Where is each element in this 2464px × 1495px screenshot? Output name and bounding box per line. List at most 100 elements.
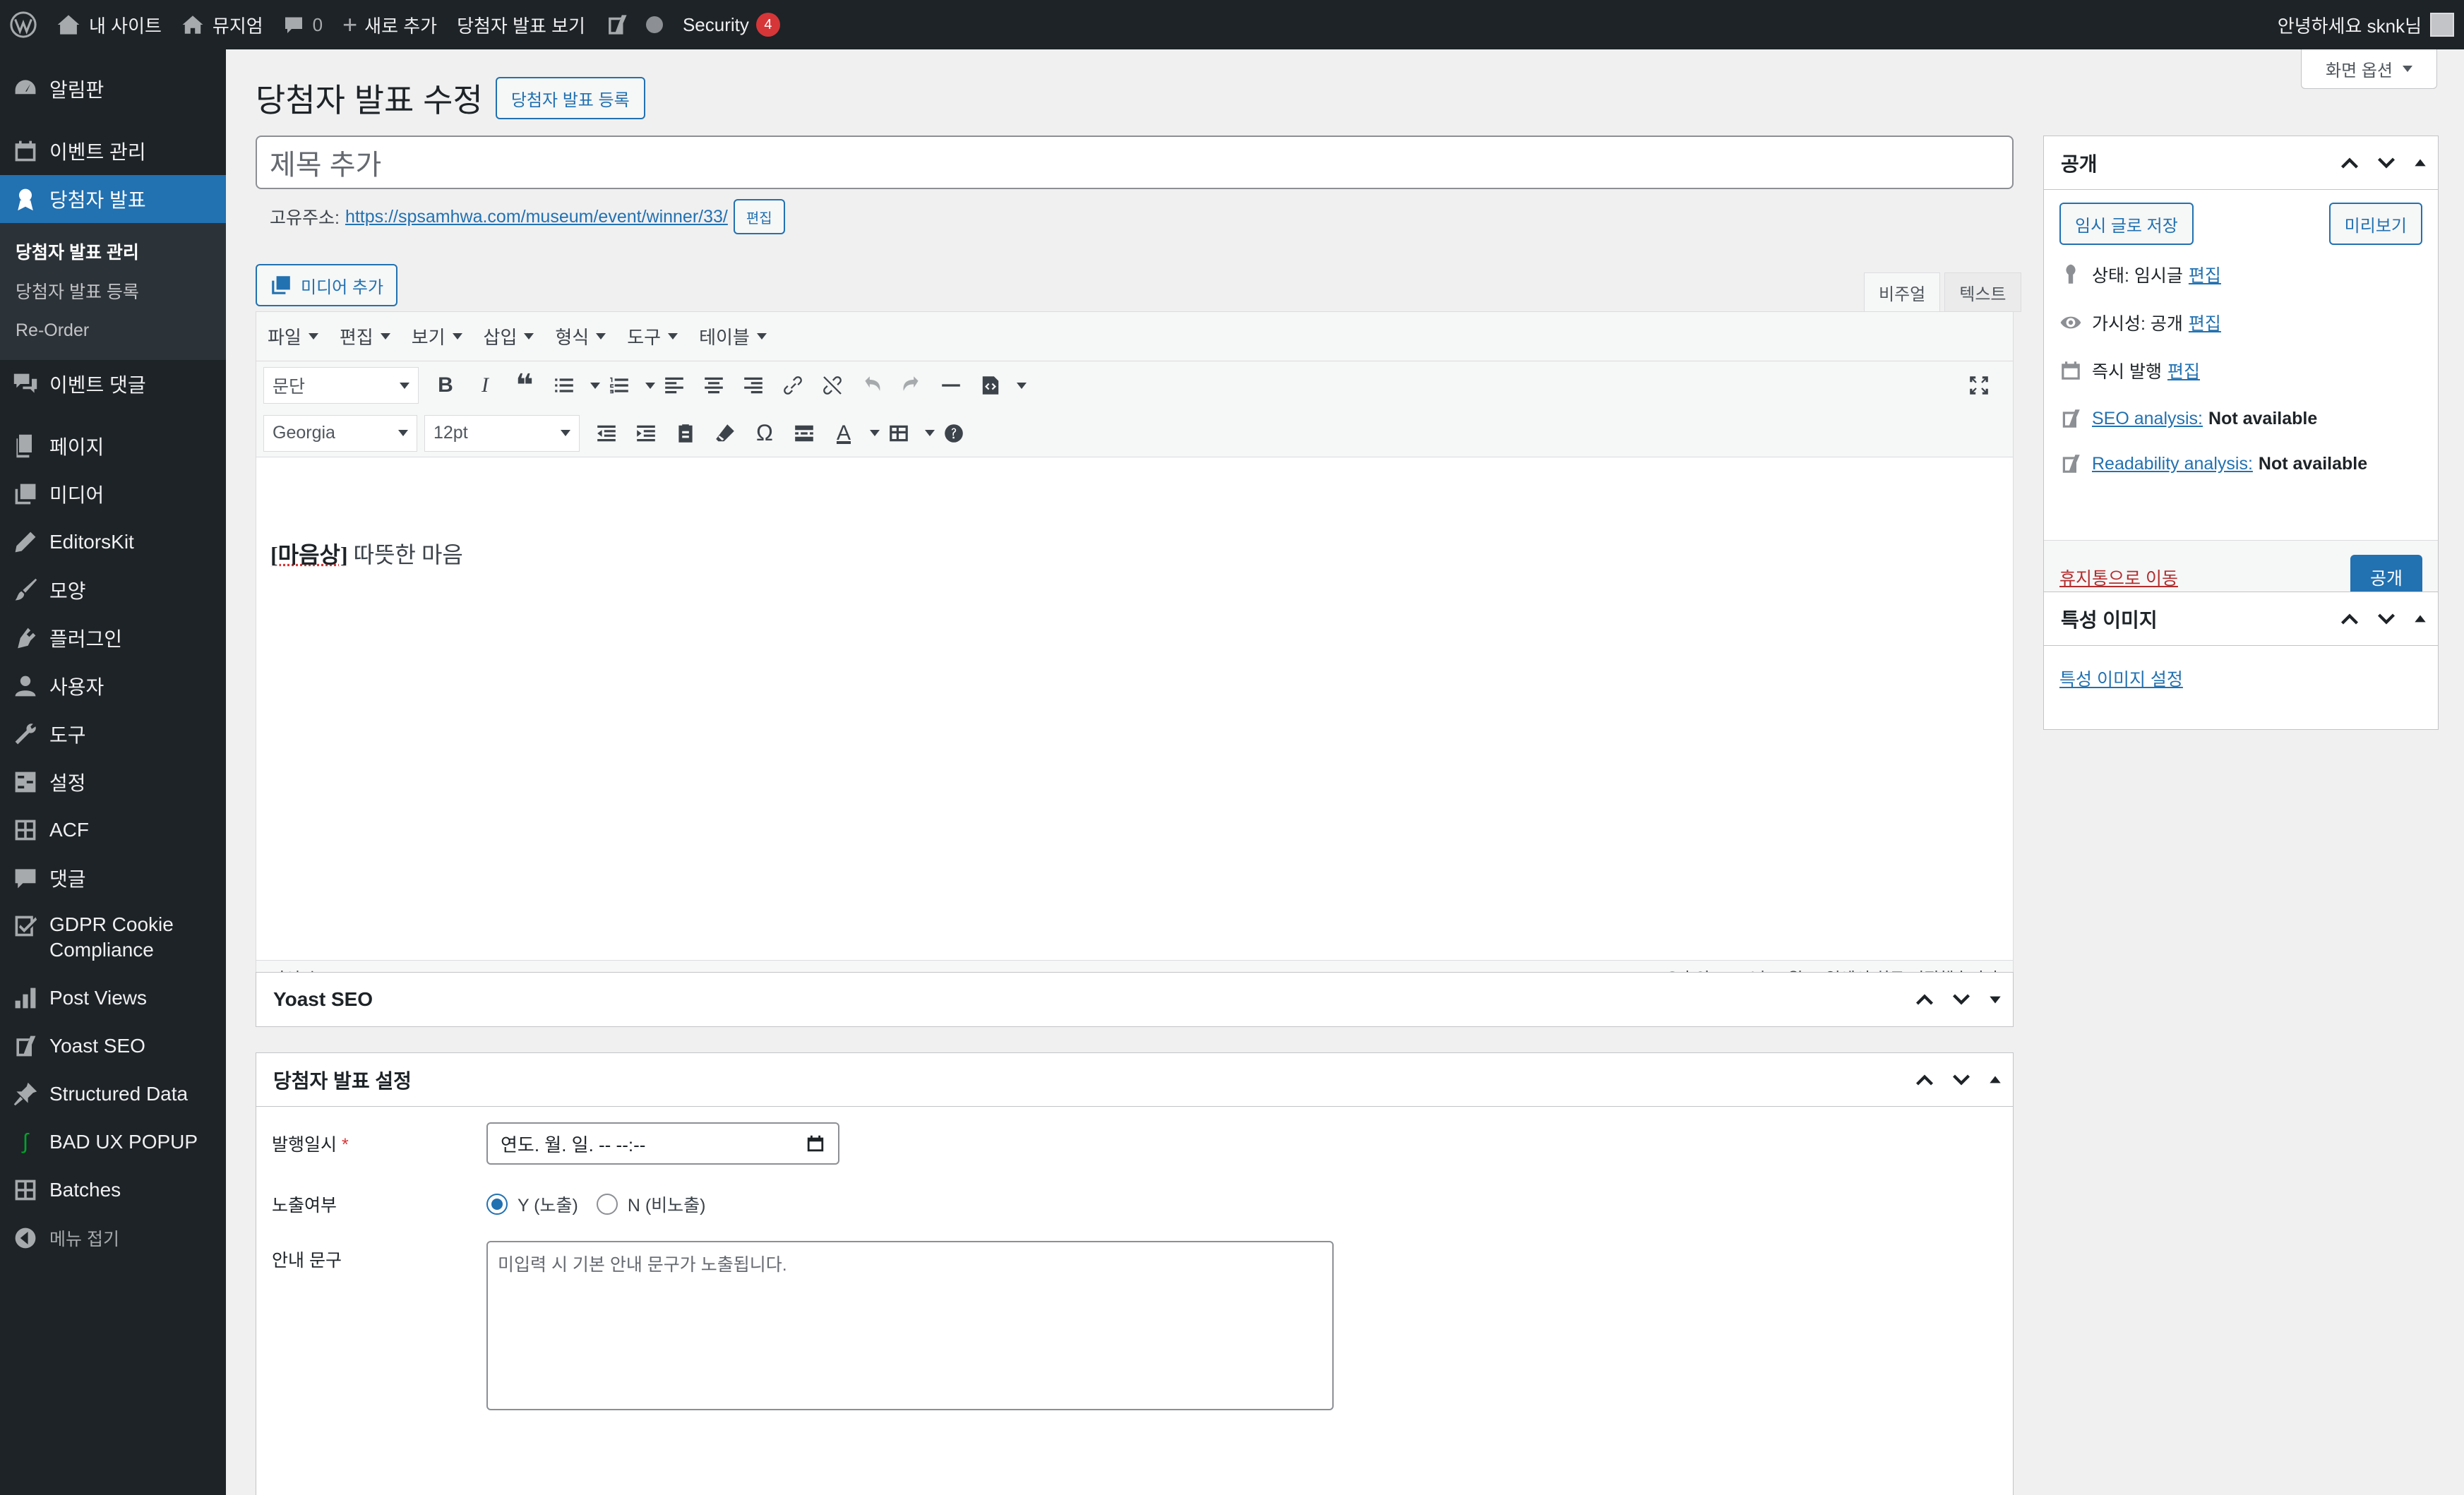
sidebar-item-events[interactable]: 이벤트 관리: [0, 127, 226, 175]
menu-insert[interactable]: 삽입: [484, 323, 534, 349]
schedule-edit-link[interactable]: 편집: [2167, 358, 2200, 383]
add-media-button[interactable]: 미디어 추가: [256, 264, 397, 306]
font-family-select[interactable]: Georgia: [263, 415, 417, 452]
remove-link-button[interactable]: [813, 367, 852, 404]
wordpress-logo-icon[interactable]: [0, 0, 47, 49]
sidebar-item-tools[interactable]: 도구: [0, 710, 226, 758]
publish-header[interactable]: 공개: [2044, 136, 2438, 190]
calendar-icon[interactable]: [806, 1134, 825, 1153]
clear-formatting-button[interactable]: [705, 415, 745, 452]
menu-file[interactable]: 파일: [268, 323, 318, 349]
publish-datetime-input[interactable]: 연도. 월. 일. -- --:--: [486, 1122, 839, 1165]
editor-content-area[interactable]: [마음상] 따뜻한 마음: [256, 508, 2013, 945]
code-block-dropdown[interactable]: [1010, 383, 1026, 389]
sidebar-item-settings[interactable]: 설정: [0, 758, 226, 806]
sidebar-item-media[interactable]: 미디어: [0, 470, 226, 518]
chevron-down-icon[interactable]: [1951, 989, 1972, 1010]
chevron-up-icon[interactable]: [1914, 989, 1935, 1010]
redo-button[interactable]: [892, 367, 931, 404]
yoast-seo-header[interactable]: Yoast SEO: [256, 973, 2013, 1026]
radio-no[interactable]: [597, 1194, 618, 1215]
menu-format[interactable]: 형식: [555, 323, 606, 349]
chevron-up-icon[interactable]: [1914, 1069, 1935, 1091]
notice-textarea[interactable]: 미입력 시 기본 안내 문구가 노출됩니다.: [486, 1241, 1334, 1410]
title-input[interactable]: 제목 추가: [256, 136, 2014, 189]
view-post-link[interactable]: 당첨자 발표 보기: [447, 0, 595, 49]
new-content-menu[interactable]: + 새로 추가: [333, 0, 447, 49]
fullscreen-button[interactable]: [1959, 367, 1999, 404]
align-left-button[interactable]: [654, 367, 694, 404]
outdent-button[interactable]: [587, 415, 626, 452]
font-size-select[interactable]: 12pt: [424, 415, 580, 452]
comments-menu[interactable]: 0: [273, 0, 333, 49]
bullet-list-dropdown[interactable]: [584, 383, 599, 389]
chevron-down-icon[interactable]: [1951, 1069, 1972, 1091]
format-select[interactable]: 문단: [263, 367, 419, 404]
text-color-button[interactable]: A: [824, 415, 863, 452]
read-more-button[interactable]: [784, 415, 824, 452]
preview-button[interactable]: 미리보기: [2329, 203, 2422, 245]
horizontal-line-button[interactable]: [931, 367, 971, 404]
tab-text[interactable]: 텍스트: [1944, 272, 2021, 312]
sidebar-item-winners[interactable]: 당첨자 발표: [0, 175, 226, 223]
submenu-item-reorder[interactable]: Re-Order: [0, 311, 226, 350]
sidebar-item-post-views[interactable]: Post Views: [0, 974, 226, 1022]
numbered-list-button[interactable]: [599, 367, 639, 404]
radio-yes[interactable]: [486, 1194, 508, 1215]
permalink-edit-button[interactable]: 편집: [734, 199, 785, 234]
undo-button[interactable]: [852, 367, 892, 404]
move-to-trash-link[interactable]: 휴지통으로 이동: [2059, 565, 2178, 590]
collapse-menu-button[interactable]: 메뉴 접기: [0, 1214, 226, 1262]
menu-edit[interactable]: 편집: [340, 323, 390, 349]
sidebar-item-appearance[interactable]: 모양: [0, 566, 226, 614]
save-draft-button[interactable]: 임시 글로 저장: [2059, 203, 2194, 245]
menu-table[interactable]: 테이블: [699, 323, 767, 349]
toggle-up-icon[interactable]: [2412, 611, 2428, 627]
add-new-button[interactable]: 당첨자 발표 등록: [496, 77, 645, 119]
text-color-dropdown[interactable]: [863, 430, 879, 436]
special-character-button[interactable]: Ω: [745, 415, 784, 452]
menu-tools[interactable]: 도구: [627, 323, 678, 349]
numbered-list-dropdown[interactable]: [639, 383, 654, 389]
sidebar-item-dashboard[interactable]: 알림판: [0, 65, 226, 113]
submenu-item-add[interactable]: 당첨자 발표 등록: [0, 271, 226, 311]
featured-image-header[interactable]: 특성 이미지: [2044, 592, 2438, 646]
indent-button[interactable]: [626, 415, 666, 452]
sidebar-item-acf[interactable]: ACF: [0, 806, 226, 854]
site-name-menu[interactable]: 내 사이트: [47, 0, 172, 49]
visibility-edit-link[interactable]: 편집: [2189, 310, 2221, 335]
chevron-down-icon[interactable]: [2376, 152, 2397, 174]
insert-link-button[interactable]: [773, 367, 813, 404]
help-button[interactable]: [934, 415, 974, 452]
sidebar-item-editorskit[interactable]: EditorsKit: [0, 518, 226, 566]
blockquote-button[interactable]: ❝: [505, 367, 544, 404]
sidebar-item-event-comments[interactable]: 이벤트 댓글: [0, 360, 226, 408]
sidebar-item-plugins[interactable]: 플러그인: [0, 614, 226, 662]
bold-button[interactable]: B: [426, 367, 465, 404]
museum-menu[interactable]: 뮤지엄: [172, 0, 273, 49]
table-dropdown[interactable]: [919, 430, 934, 436]
italic-button[interactable]: I: [465, 367, 505, 404]
sidebar-item-pages[interactable]: 페이지: [0, 422, 226, 470]
toggle-up-icon[interactable]: [2412, 155, 2428, 171]
bullet-list-button[interactable]: [544, 367, 584, 404]
sidebar-item-structured-data[interactable]: Structured Data: [0, 1070, 226, 1118]
tab-visual[interactable]: 비주얼: [1864, 272, 1940, 312]
chevron-up-icon[interactable]: [2339, 608, 2360, 630]
code-block-button[interactable]: [971, 367, 1010, 404]
menu-view[interactable]: 보기: [412, 323, 462, 349]
sidebar-item-comments[interactable]: 댓글: [0, 854, 226, 902]
sidebar-item-batches[interactable]: Batches: [0, 1166, 226, 1214]
sidebar-item-yoast[interactable]: Yoast SEO: [0, 1022, 226, 1070]
security-menu[interactable]: Security 4: [673, 0, 790, 49]
winner-settings-header[interactable]: 당첨자 발표 설정: [256, 1053, 2013, 1107]
set-featured-image-link[interactable]: 특성 이미지 설정: [2059, 670, 2183, 690]
seo-analysis-link[interactable]: SEO analysis:: [2092, 409, 2203, 429]
status-edit-link[interactable]: 편집: [2189, 262, 2221, 287]
chevron-up-icon[interactable]: [2339, 152, 2360, 174]
account-menu[interactable]: 안녕하세요 sknk님: [2278, 0, 2454, 49]
chevron-down-icon[interactable]: [2376, 608, 2397, 630]
readability-link[interactable]: Readability analysis:: [2092, 454, 2253, 474]
toggle-down-icon[interactable]: [1987, 992, 2003, 1007]
toggle-up-icon[interactable]: [1987, 1072, 2003, 1088]
